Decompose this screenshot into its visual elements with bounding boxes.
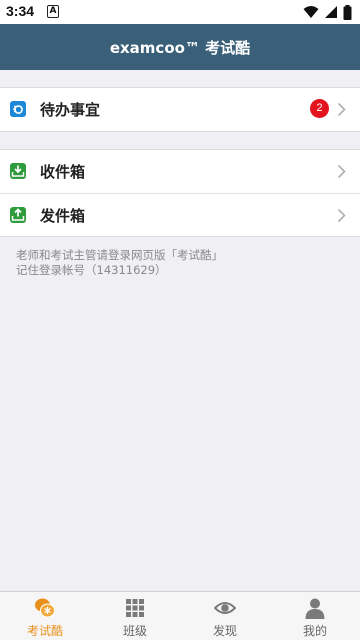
battery-icon (343, 4, 352, 20)
notification-a-icon: A (47, 5, 59, 18)
status-time: 3:34 (6, 3, 35, 19)
status-indicators (303, 4, 352, 20)
tab-class[interactable]: 班级 (90, 592, 180, 640)
person-icon (305, 598, 325, 619)
tab-discover[interactable]: 发现 (180, 592, 270, 640)
todo-label: 待办事宜 (40, 101, 101, 119)
examcoo-icon (35, 598, 55, 618)
mail-group: 收件箱 发件箱 (0, 149, 360, 237)
todo-badge: 2 (310, 99, 329, 118)
chevron-right-icon (337, 208, 346, 223)
tab-label: 发现 (212, 624, 237, 638)
outbox-icon (10, 207, 26, 223)
todo-icon (10, 101, 26, 117)
login-hint-line1: 老师和考试主管请登录网页版「考试酷」 (16, 248, 223, 262)
outbox-label: 发件箱 (40, 206, 86, 225)
inbox-icon (10, 163, 26, 179)
grid-icon (126, 599, 144, 617)
outbox-item[interactable]: 发件箱 (0, 193, 360, 236)
chevron-right-icon (337, 102, 346, 117)
header-title: examcoo™ 考试酷 (109, 38, 251, 57)
login-hint: 老师和考试主管请登录网页版「考试酷」 记住登录帐号（14311629） (16, 248, 346, 278)
tab-examcoo[interactable]: 考试酷 (0, 592, 90, 640)
todo-group: 待办事宜 2 (0, 87, 360, 132)
tab-label: 班级 (122, 624, 147, 638)
status-bar: 3:34 A (0, 0, 360, 24)
inbox-label: 收件箱 (40, 163, 86, 181)
tab-label: 我的 (302, 624, 327, 638)
todo-item[interactable]: 待办事宜 2 (0, 88, 360, 131)
wifi-icon (303, 6, 319, 18)
inbox-item[interactable]: 收件箱 (0, 150, 360, 193)
eye-icon (214, 602, 236, 614)
chevron-right-icon (337, 164, 346, 179)
tab-label: 考试酷 (26, 624, 63, 638)
tab-mine[interactable]: 我的 (270, 592, 360, 640)
bottom-tab-bar: 考试酷 班级 发现 我的 (0, 591, 360, 640)
login-hint-line2: 记住登录帐号（14311629） (16, 263, 167, 277)
signal-icon (325, 6, 337, 18)
app-header: examcoo™ 考试酷 (0, 24, 360, 70)
